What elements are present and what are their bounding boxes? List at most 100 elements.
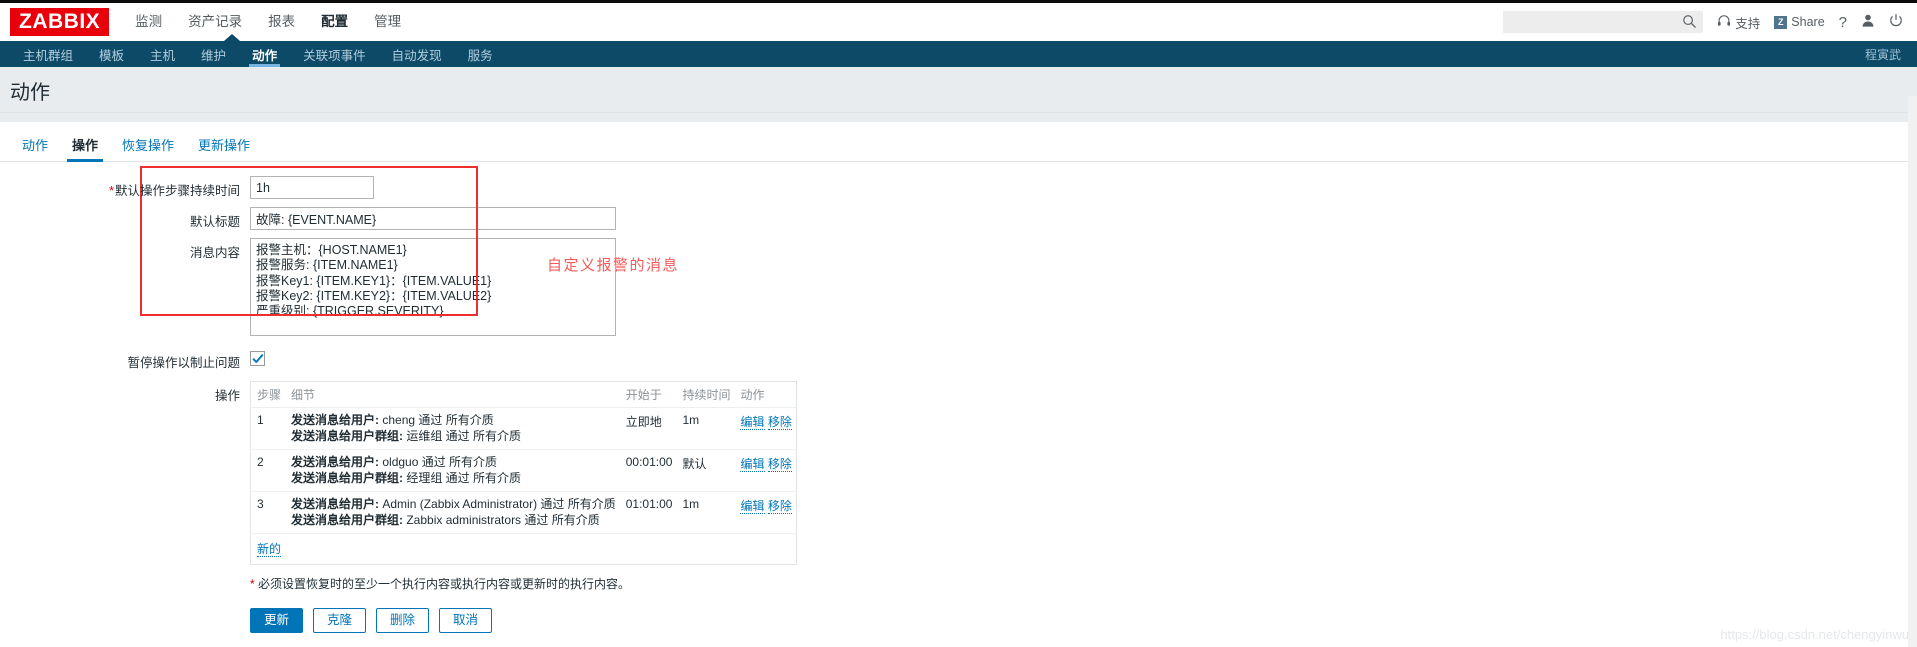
page-scrollbar[interactable]	[1908, 96, 1917, 647]
row-start-in: 00:01:00	[619, 449, 677, 492]
message-body-textarea[interactable]: 报警主机：{HOST.NAME1} 报警服务: {ITEM.NAME1} 报警K…	[250, 238, 616, 336]
table-row: 3 发送消息给用户: Admin (Zabbix Administrator) …	[250, 491, 797, 534]
row-step: 1	[257, 413, 264, 427]
operations-form: 自定义报警的消息 *默认操作步骤持续时间 默认标题 消息内容 报警主机：{HOS…	[0, 162, 1917, 634]
search-box[interactable]	[1503, 11, 1704, 34]
edit-operation-link[interactable]: 编辑	[740, 457, 765, 472]
operations-label: 操作	[214, 389, 240, 403]
tab-action[interactable]: 动作	[10, 132, 60, 161]
row-details: 发送消息给用户: cheng 通过 所有介质 发送消息给用户群组: 运维组 通过…	[285, 408, 620, 450]
subnav-item-discovery[interactable]: 自动发现	[379, 41, 455, 67]
subnav-item-hosts[interactable]: 主机	[137, 41, 188, 67]
row-actions: 编辑 移除	[734, 449, 797, 492]
row-details: 发送消息给用户: Admin (Zabbix Administrator) 通过…	[285, 491, 620, 534]
col-header-duration: 持续时间	[676, 381, 735, 408]
remove-operation-link[interactable]: 移除	[767, 457, 792, 472]
main-header: ZABBIX 监测 资产记录 报表 配置 管理 支持 Z Share ?	[0, 3, 1917, 41]
form-tabs: 动作 操作 恢复操作 更新操作	[0, 132, 1917, 162]
update-button[interactable]: 更新	[250, 608, 304, 634]
page-title-bar: 动作	[0, 67, 1917, 113]
row-details: 发送消息给用户: oldguo 通过 所有介质 发送消息给用户群组: 经理组 通…	[285, 449, 620, 492]
delete-button[interactable]: 删除	[376, 608, 430, 634]
sign-out-link[interactable]	[1889, 13, 1903, 31]
default-subject-input[interactable]	[250, 207, 616, 230]
default-step-duration-input[interactable]	[250, 176, 374, 199]
check-icon	[252, 353, 263, 363]
row-step: 3	[250, 491, 286, 534]
headset-icon	[1717, 14, 1731, 31]
default-step-duration-label: *默认操作步骤持续时间	[109, 184, 240, 198]
zabbix-logo[interactable]: ZABBIX	[10, 8, 110, 36]
nav-active-arrow	[224, 34, 240, 41]
row-step: 2	[250, 449, 286, 492]
detail-line: 发送消息给用户: Admin (Zabbix Administrator) 通过…	[291, 497, 616, 511]
table-row: 1 发送消息给用户: cheng 通过 所有介质 发送消息给用户群组: 运维组 …	[251, 408, 797, 450]
new-operation-cell: 新的	[250, 533, 797, 565]
table-row-new: 新的	[250, 533, 797, 565]
nav-item-reports[interactable]: 报表	[268, 3, 295, 41]
detail-line: 发送消息给用户群组: 运维组 通过 所有介质	[291, 428, 522, 443]
nav-item-monitoring[interactable]: 监测	[135, 3, 162, 41]
field-row-operations: 操作 步骤 细节 开始于 持续时间 动作 1 发送消息给用户: cheng 通过…	[0, 381, 1917, 565]
message-body-label: 消息内容	[189, 246, 240, 260]
subnav-item-maintenance[interactable]: 维护	[188, 41, 239, 67]
detail-line: 发送消息给用户: cheng 通过 所有介质	[291, 413, 494, 427]
nav-item-administration[interactable]: 管理	[374, 3, 401, 41]
support-label: 支持	[1735, 16, 1761, 31]
edit-operation-link[interactable]: 编辑	[740, 499, 765, 514]
row-start-in: 立即地	[625, 415, 662, 429]
tab-operations[interactable]: 操作	[60, 132, 110, 162]
user-profile-link[interactable]	[1861, 13, 1875, 31]
remove-operation-link[interactable]: 移除	[767, 499, 792, 514]
detail-line: 发送消息给用户群组: 经理组 通过 所有介质	[291, 470, 522, 485]
watermark: https://blog.csdn.net/chengyinwu	[1720, 627, 1909, 642]
share-label: Share	[1791, 15, 1825, 29]
subnav-item-templates[interactable]: 模板	[86, 41, 137, 67]
default-subject-label: 默认标题	[189, 215, 240, 229]
new-operation-link[interactable]: 新的	[257, 542, 282, 557]
form-footnote: * 必须设置恢复时的至少一个执行内容或执行内容或更新时的执行内容。	[250, 575, 1917, 592]
col-header-step: 步骤	[250, 381, 286, 408]
search-input[interactable]	[1508, 12, 1681, 32]
subnav-item-correlation[interactable]: 关联项事件	[290, 41, 379, 67]
field-row-default-step-duration: *默认操作步骤持续时间	[0, 176, 1917, 199]
detail-line: 发送消息给用户: oldguo 通过 所有介质	[291, 455, 498, 469]
cancel-button[interactable]: 取消	[439, 608, 493, 634]
row-duration: 默认	[676, 449, 735, 492]
share-link[interactable]: Z Share	[1774, 15, 1825, 29]
subnav-item-actions[interactable]: 动作	[239, 41, 290, 67]
operations-table-header-row: 步骤 细节 开始于 持续时间 动作	[250, 381, 797, 408]
subnav-item-services[interactable]: 服务	[455, 41, 506, 67]
field-row-pause-suppressed: 暂停操作以制止问题	[0, 348, 1917, 371]
clone-button[interactable]: 克隆	[313, 608, 367, 634]
field-row-default-subject: 默认标题	[0, 207, 1917, 230]
edit-operation-link[interactable]: 编辑	[740, 415, 765, 430]
row-actions: 编辑 移除	[734, 408, 796, 450]
pause-suppressed-checkbox[interactable]	[250, 351, 265, 366]
detail-line: 发送消息给用户群组: Zabbix administrators 通过 所有介质	[291, 512, 600, 527]
zabbix-share-icon: Z	[1774, 15, 1788, 29]
title-gap	[0, 113, 1917, 122]
pause-suppressed-label: 暂停操作以制止问题	[127, 356, 240, 370]
form-buttons: 更新 克隆 删除 取消	[250, 608, 1917, 634]
col-header-details: 细节	[285, 381, 620, 408]
remove-operation-link[interactable]: 移除	[767, 415, 792, 430]
annotation-label: 自定义报警的消息	[547, 256, 680, 274]
tab-update-operations[interactable]: 更新操作	[186, 132, 262, 161]
col-header-action: 动作	[734, 381, 797, 408]
current-user-name: 程寅武	[1864, 47, 1901, 62]
search-icon[interactable]	[1682, 14, 1697, 34]
nav-item-configuration[interactable]: 配置	[321, 3, 348, 41]
page-title: 动作	[10, 82, 50, 104]
header-right-tools: 支持 Z Share ?	[1503, 11, 1903, 33]
row-duration: 1m	[676, 491, 735, 534]
table-row: 2 发送消息给用户: oldguo 通过 所有介质 发送消息给用户群组: 经理组…	[250, 449, 797, 492]
support-link[interactable]: 支持	[1717, 13, 1760, 32]
subnav-item-host-groups[interactable]: 主机群组	[10, 41, 86, 67]
help-link[interactable]: ?	[1839, 14, 1847, 31]
tab-recovery-operations[interactable]: 恢复操作	[110, 132, 186, 161]
field-row-message-body: 消息内容 报警主机：{HOST.NAME1} 报警服务: {ITEM.NAME1…	[0, 238, 1917, 336]
row-start-in: 01:01:00	[619, 491, 677, 534]
user-icon	[1861, 13, 1875, 31]
action-form-card: 动作 操作 恢复操作 更新操作 自定义报警的消息 *默认操作步骤持续时间 默认标…	[0, 122, 1917, 642]
